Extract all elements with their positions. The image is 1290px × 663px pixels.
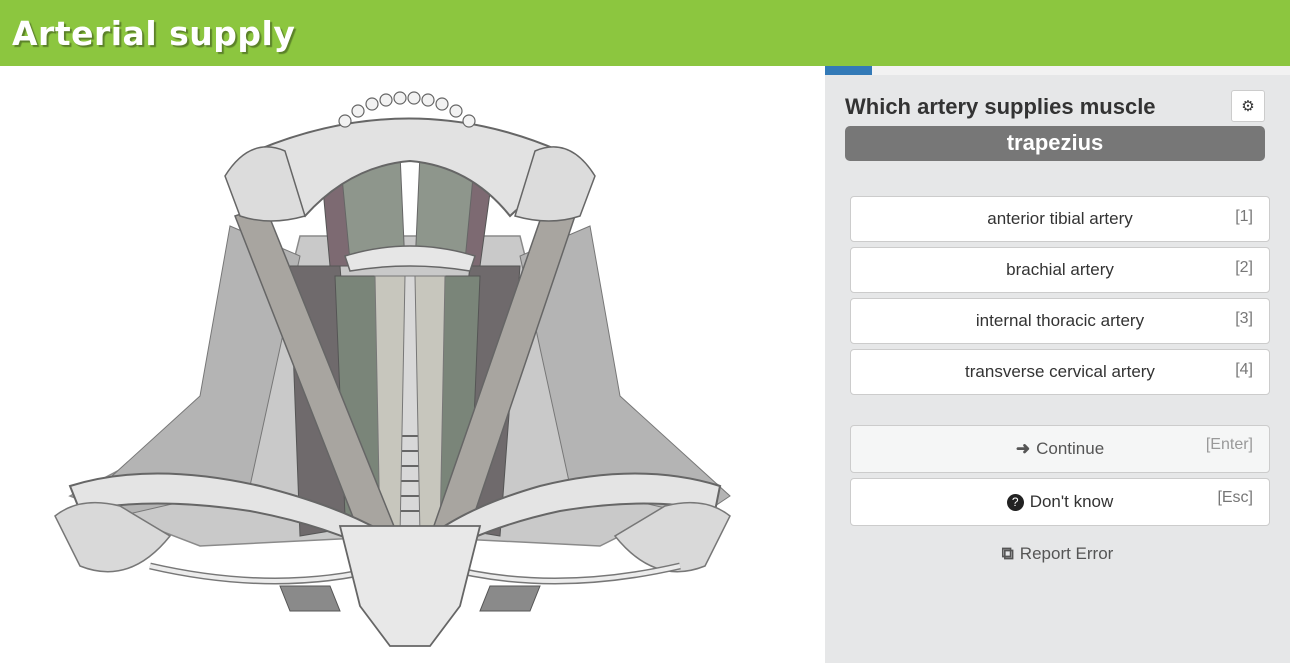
- page-title: Arterial supply: [12, 14, 296, 53]
- answer-option-2[interactable]: brachial artery [2]: [850, 247, 1270, 293]
- answer-shortcut: [1]: [1235, 208, 1253, 225]
- app-header: Arterial supply: [0, 0, 1290, 66]
- continue-button[interactable]: ➜ Continue [Enter]: [850, 425, 1270, 473]
- dont-know-label: Don't know: [1029, 492, 1114, 511]
- answer-shortcut: [4]: [1235, 361, 1253, 378]
- settings-button[interactable]: ⚙: [1231, 90, 1265, 122]
- neck-muscles-drawing: [54, 91, 731, 647]
- answer-shortcut: [2]: [1235, 259, 1253, 276]
- progress-fill: [825, 66, 872, 75]
- continue-label: Continue: [1036, 439, 1105, 458]
- answer-option-4[interactable]: transverse cervical artery [4]: [850, 349, 1270, 395]
- answer-label: transverse cervical artery: [965, 362, 1155, 381]
- dont-know-shortcut: [Esc]: [1217, 489, 1253, 506]
- continue-shortcut: [Enter]: [1205, 436, 1253, 453]
- report-error-link[interactable]: ⧉ Report Error: [825, 544, 1290, 564]
- answer-label: anterior tibial artery: [987, 209, 1133, 228]
- anatomy-illustration: [0, 66, 825, 663]
- answer-label: internal thoracic artery: [975, 311, 1145, 330]
- progress-bar: [825, 66, 1290, 75]
- answer-option-3[interactable]: internal thoracic artery [3]: [850, 298, 1270, 344]
- question-circle-icon: ?: [1006, 493, 1024, 511]
- question-prompt: Which artery supplies muscle: [845, 94, 1156, 119]
- quiz-panel: Which artery supplies muscle ⚙ trapezius…: [825, 66, 1290, 663]
- question-subject: trapezius: [845, 126, 1265, 161]
- answer-label: brachial artery: [1006, 260, 1114, 279]
- gear-icon: ⚙: [1241, 97, 1255, 115]
- external-link-icon: ⧉: [1001, 544, 1014, 563]
- dont-know-button[interactable]: ? Don't know [Esc]: [850, 478, 1270, 526]
- arrow-right-icon: ➜: [1015, 439, 1031, 458]
- answer-shortcut: [3]: [1235, 310, 1253, 327]
- answer-option-1[interactable]: anterior tibial artery [1]: [850, 196, 1270, 242]
- report-error-label: Report Error: [1019, 544, 1114, 563]
